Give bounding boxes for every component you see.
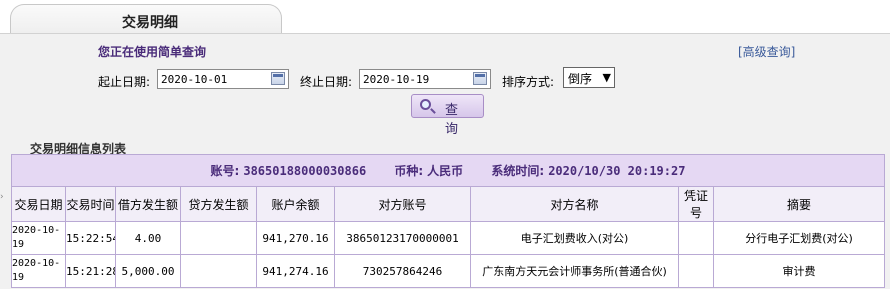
cell-date: 2020-10-19: [11, 221, 66, 255]
column-header: 交易日期: [11, 186, 66, 222]
sort-order-value: 倒序: [568, 72, 593, 86]
account-label: 账号:: [210, 164, 240, 178]
tab-title: 交易明细: [122, 15, 178, 31]
calendar-icon[interactable]: [473, 72, 487, 85]
cell-counterparty-account: 730257864246: [334, 254, 471, 288]
advanced-query-link[interactable]: [高级查询]: [738, 43, 795, 60]
account-summary: 账号: 38650188000030866 币种: 人民币 系统时间: 2020/10…: [10, 154, 886, 187]
system-time-value: 2020/10/30 20:19:27: [548, 164, 686, 178]
currency-value: 人民币: [427, 164, 464, 178]
cell-time: 15:22:54: [65, 221, 116, 255]
column-header: 摘要: [712, 186, 886, 222]
cell-time: 15:21:28: [65, 254, 116, 288]
account-number: 38650188000030866: [243, 164, 367, 178]
cell-credit: [180, 221, 257, 255]
table-header-row: 交易日期 交易时间 借方发生额 贷方发生额 账户余额 对方账号 对方名称 凭证号…: [11, 186, 886, 222]
cell-counterparty-name: 广东南方天元会计师事务所(普通合伙): [470, 254, 679, 288]
table-row[interactable]: 2020-10-19 15:22:54 4.00 941,270.16 3865…: [11, 221, 886, 255]
end-date-field[interactable]: [359, 69, 491, 89]
start-date-field[interactable]: [157, 69, 289, 89]
column-header: 凭证号: [678, 186, 714, 222]
cell-date: 2020-10-19: [11, 254, 66, 288]
start-date-label: 起止日期:: [98, 75, 151, 89]
chevron-down-icon: ▼: [602, 71, 611, 84]
cell-voucher: [678, 221, 714, 255]
column-header: 对方账号: [334, 186, 471, 222]
currency-info: 币种: 人民币: [394, 164, 463, 178]
cell-counterparty-name: 电子汇划费收入(对公): [470, 221, 679, 255]
column-header: 交易时间: [65, 186, 116, 222]
account-info: 账号: 38650188000030866: [211, 164, 367, 178]
column-header: 贷方发生额: [180, 186, 257, 222]
cell-debit: 5,000.00: [115, 254, 181, 288]
cell-voucher: [678, 254, 714, 288]
query-mode-text: 您正在使用简单查询: [98, 45, 207, 59]
column-header: 借方发生额: [115, 186, 181, 222]
start-date-input[interactable]: [158, 70, 264, 88]
cell-balance: 941,274.16: [256, 254, 335, 288]
sort-order-select[interactable]: 倒序 ▼: [563, 67, 615, 88]
transaction-table: 账号: 38650188000030866 币种: 人民币 系统时间: 2020/10…: [10, 154, 886, 288]
table-row[interactable]: 2020-10-19 15:21:28 5,000.00 941,274.16 …: [11, 254, 886, 288]
calendar-icon[interactable]: [271, 72, 285, 85]
end-date-input[interactable]: [360, 70, 466, 88]
system-time-label: 系统时间:: [491, 164, 545, 178]
sort-label: 排序方式:: [502, 75, 555, 89]
end-date-label: 终止日期:: [300, 75, 353, 89]
cell-debit: 4.00: [115, 221, 181, 255]
cell-balance: 941,270.16: [256, 221, 335, 255]
system-time-info: 系统时间: 2020/10/30 20:19:27: [491, 164, 685, 178]
search-icon: [420, 99, 431, 110]
column-header: 账户余额: [256, 186, 335, 222]
cell-credit: [180, 254, 257, 288]
cell-summary: 审计费: [712, 254, 886, 288]
currency-label: 币种:: [394, 164, 424, 178]
collapse-arrow-icon[interactable]: ›: [0, 192, 7, 202]
column-header: 对方名称: [470, 186, 679, 222]
cell-counterparty-account: 38650123170000001: [334, 221, 471, 255]
cell-summary: 分行电子汇划费(对公): [712, 221, 886, 255]
search-button-label: 查 询: [445, 103, 463, 137]
search-button[interactable]: 查 询: [411, 94, 484, 137]
account-summary-row: 账号: 38650188000030866 币种: 人民币 系统时间: 2020/10…: [10, 154, 886, 187]
